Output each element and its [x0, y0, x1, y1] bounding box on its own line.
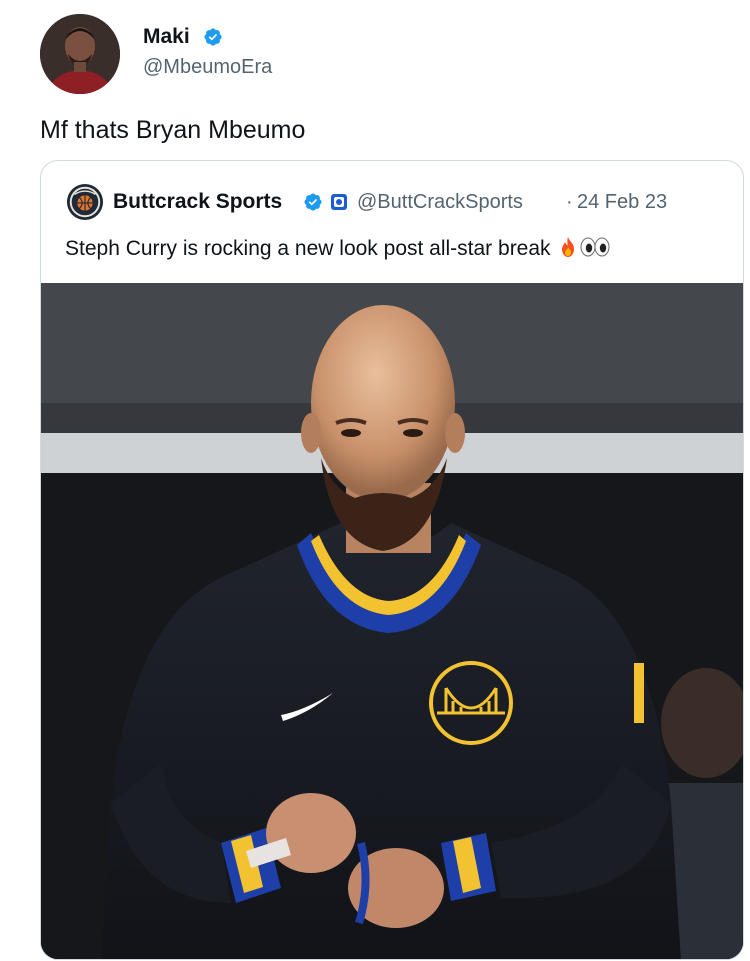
verified-badge-icon: [204, 28, 222, 46]
affiliate-badge-icon[interactable]: [330, 193, 348, 211]
fire-emoji-icon: [562, 237, 575, 257]
quoted-tweet-card[interactable]: Buttcrack Sports @ButtCrackSports · 24 F…: [40, 160, 744, 960]
quoted-tweet-text: Steph Curry is rocking a new look post a…: [65, 237, 551, 260]
author-name[interactable]: Maki: [143, 24, 190, 50]
quoted-tweet-date[interactable]: 24 Feb 23: [577, 189, 667, 215]
quoted-verified-badge-icon: [304, 193, 322, 211]
tweet: Maki @MbeumoEra Mf thats Bryan Mbeumo Bu…: [0, 0, 750, 961]
quoted-author-handle[interactable]: @ButtCrackSports: [357, 189, 523, 215]
quoted-author-name[interactable]: Buttcrack Sports: [113, 189, 282, 215]
quoted-tweet-text-line: Steph Curry is rocking a new look post a…: [65, 235, 610, 263]
eyes-emoji-icon: [580, 237, 610, 257]
quoted-tweet-photo[interactable]: [41, 283, 743, 959]
author-handle[interactable]: @MbeumoEra: [143, 54, 272, 80]
quoted-author-avatar[interactable]: [66, 183, 104, 221]
tweet-text: Mf thats Bryan Mbeumo: [40, 116, 306, 144]
separator-dot: ·: [566, 191, 573, 213]
author-avatar[interactable]: [40, 14, 120, 94]
